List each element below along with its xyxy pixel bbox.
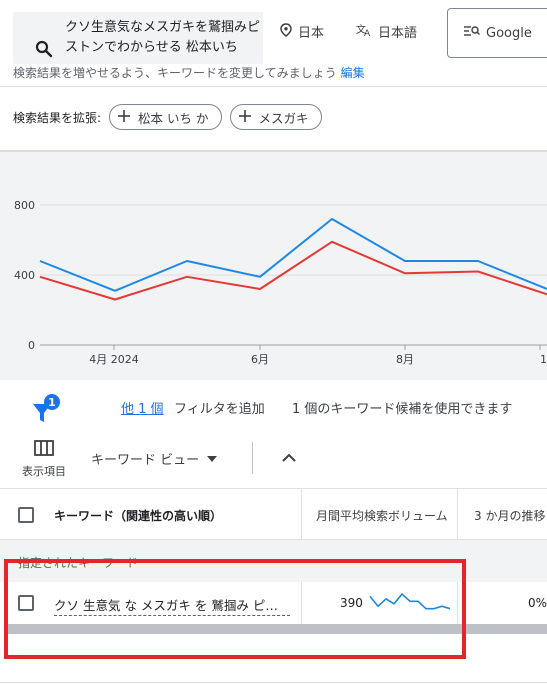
x-tick-label: 6月 [251, 353, 269, 366]
expand-chip-1[interactable]: 松本 いち か [109, 104, 222, 130]
search-icon [35, 40, 53, 62]
plus-icon [118, 109, 131, 125]
hint-text: 検索結果を増やせるよう、キーワードを変更してみましょう 編集 [13, 64, 365, 81]
divider [0, 86, 547, 87]
trend-column-header[interactable]: 3 か月の推移 [474, 507, 545, 524]
bottom-divider [0, 682, 547, 683]
location-label: 日本 [298, 26, 325, 41]
y-tick-label: 0 [28, 339, 35, 352]
volume-column-header[interactable]: 月間平均検索ボリューム [316, 507, 448, 524]
series-line-1 [39, 218, 547, 292]
horizontal-scrollbar[interactable] [6, 624, 547, 634]
expand-results-row: 検索結果を拡張: 松本 いち か メスガキ [13, 104, 322, 130]
y-tick-label: 400 [14, 269, 35, 282]
network-label: Google [486, 25, 532, 41]
search-query[interactable]: クソ生意気なメスガキを鷲掴みピストンでわからせる 松本いち [65, 18, 261, 58]
search-box[interactable]: クソ生意気なメスガキを鷲掴みピストンでわからせる 松本いち [13, 12, 263, 64]
y-tick-label: 800 [14, 199, 35, 212]
other-filters-link[interactable]: 他 1 個 [121, 398, 164, 417]
table-header: キーワード（関連性の高い順） 月間平均検索ボリューム 3 か月の推移 [0, 488, 547, 541]
candidate-count-text: 1 個のキーワード候補を使用できます [292, 402, 513, 417]
table-toolbar: 表示項目 キーワード ビュー [0, 434, 547, 484]
table-row[interactable]: クソ 生意気 な メスガキ を 鷲掴み ピストンでわからせる 松本いち 390 … [0, 582, 547, 624]
expand-chip-2[interactable]: メスガキ [229, 104, 322, 130]
network-search-icon [464, 25, 480, 41]
chip-label: 松本 いち か [138, 110, 209, 126]
trend-sparkline [369, 592, 451, 610]
group-label: 指定されたキーワード [18, 556, 139, 570]
language-selector[interactable]: 文A 日本語 [356, 22, 418, 42]
chart-svg: 0 400 800 4月 2024 6月 8月 10 [14, 199, 547, 366]
search-volume-chart: 0 400 800 4月 2024 6月 8月 10 [0, 152, 547, 380]
location-pin-icon [280, 22, 292, 41]
filter-icon[interactable]: 1 [31, 392, 61, 430]
edit-link[interactable]: 編集 [341, 66, 365, 80]
sparkline-path [369, 592, 451, 610]
row-keyword[interactable]: クソ 生意気 な メスガキ を 鷲掴み ピストンでわからせる 松本いち [54, 595, 290, 616]
language-label: 日本語 [378, 26, 418, 41]
columns-icon [34, 440, 54, 459]
row-checkbox[interactable] [18, 595, 34, 611]
keyword-view-dropdown[interactable]: キーワード ビュー [91, 449, 218, 468]
hint-message: 検索結果を増やせるよう、キーワードを変更してみましょう [13, 66, 337, 80]
translate-icon: 文A [356, 23, 372, 41]
column-separator [457, 582, 458, 624]
keyword-column-header[interactable]: キーワード（関連性の高い順） [54, 507, 222, 524]
add-filter-button[interactable]: フィルタを追加 [174, 398, 265, 417]
x-tick-label: 10 [540, 353, 547, 366]
location-selector[interactable]: 日本 [280, 22, 324, 41]
svg-text:A: A [364, 29, 371, 37]
x-tick-label: 8月 [396, 353, 414, 366]
filter-row: 1 他 1 個 フィルタを追加 1 個のキーワード候補を使用できます [0, 384, 547, 430]
column-separator [457, 489, 458, 541]
collapse-chevron-up-icon[interactable] [280, 449, 298, 471]
group-row: 指定されたキーワード [0, 540, 547, 582]
columns-label: 表示項目 [22, 465, 66, 478]
plus-icon [238, 109, 251, 125]
top-bar: クソ生意気なメスガキを鷲掴みピストンでわからせる 松本いち 日本 文A 日本語 … [0, 0, 547, 88]
x-tick-label: 4月 2024 [89, 353, 139, 366]
chip-label: メスガキ [258, 110, 309, 126]
column-separator [301, 582, 302, 624]
row-volume: 390 [340, 596, 363, 610]
filter-badge: 1 [48, 396, 56, 409]
toolbar-separator [252, 442, 253, 474]
dropdown-arrow-icon [207, 451, 218, 466]
select-all-checkbox[interactable] [18, 507, 34, 523]
column-separator [301, 489, 302, 541]
row-trend: 0% [528, 596, 547, 610]
expand-label: 検索結果を拡張: [13, 110, 102, 125]
network-selector[interactable]: Google [447, 8, 547, 58]
columns-button[interactable]: 表示項目 [18, 440, 70, 479]
view-label: キーワード ビュー [91, 453, 200, 468]
